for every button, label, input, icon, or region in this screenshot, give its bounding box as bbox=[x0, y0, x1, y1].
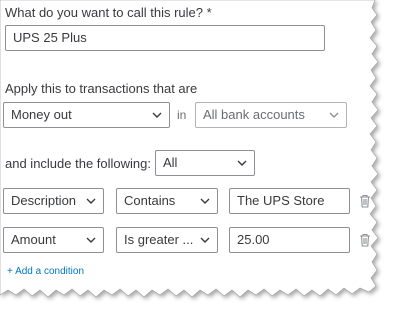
chevron-down-icon bbox=[200, 198, 210, 204]
chevron-down-icon bbox=[200, 237, 210, 243]
condition-value-text: 25.00 bbox=[237, 232, 270, 247]
condition-field-select[interactable]: Amount bbox=[3, 227, 104, 253]
rule-name-input[interactable]: UPS 25 Plus bbox=[5, 25, 325, 51]
rule-name-value: UPS 25 Plus bbox=[13, 30, 87, 45]
in-connector-label: in bbox=[177, 108, 187, 122]
include-label: and include the following: bbox=[5, 156, 151, 171]
condition-operator-value: Is greater ... bbox=[124, 232, 194, 247]
chevron-down-icon bbox=[237, 160, 247, 166]
chevron-down-icon bbox=[86, 237, 96, 243]
chevron-down-icon bbox=[86, 198, 96, 204]
add-condition-link[interactable]: + Add a condition bbox=[7, 266, 84, 277]
match-condition-value: All bbox=[163, 155, 178, 170]
trash-icon[interactable] bbox=[359, 233, 371, 247]
rule-name-label: What do you want to call this rule? * bbox=[5, 5, 212, 20]
condition-value-input[interactable]: The UPS Store bbox=[229, 188, 350, 214]
chevron-down-icon bbox=[152, 112, 162, 118]
trash-icon[interactable] bbox=[359, 194, 371, 208]
bank-accounts-select[interactable]: All bank accounts bbox=[195, 102, 347, 128]
transaction-direction-value: Money out bbox=[11, 107, 72, 122]
condition-operator-select[interactable]: Is greater ... bbox=[116, 227, 218, 253]
condition-value-text: The UPS Store bbox=[237, 193, 325, 208]
condition-field-select[interactable]: Description bbox=[3, 188, 104, 214]
condition-field-value: Description bbox=[11, 193, 77, 208]
condition-value-input[interactable]: 25.00 bbox=[229, 227, 350, 253]
condition-field-value: Amount bbox=[11, 232, 56, 247]
chevron-down-icon bbox=[329, 112, 339, 118]
apply-to-label: Apply this to transactions that are bbox=[5, 81, 198, 96]
bank-accounts-value: All bank accounts bbox=[203, 107, 305, 122]
condition-operator-select[interactable]: Contains bbox=[116, 188, 218, 214]
transaction-direction-select[interactable]: Money out bbox=[3, 102, 170, 128]
match-condition-select[interactable]: All bbox=[155, 150, 255, 176]
rule-form: What do you want to call this rule? * UP… bbox=[0, 0, 395, 311]
condition-operator-value: Contains bbox=[124, 193, 176, 208]
